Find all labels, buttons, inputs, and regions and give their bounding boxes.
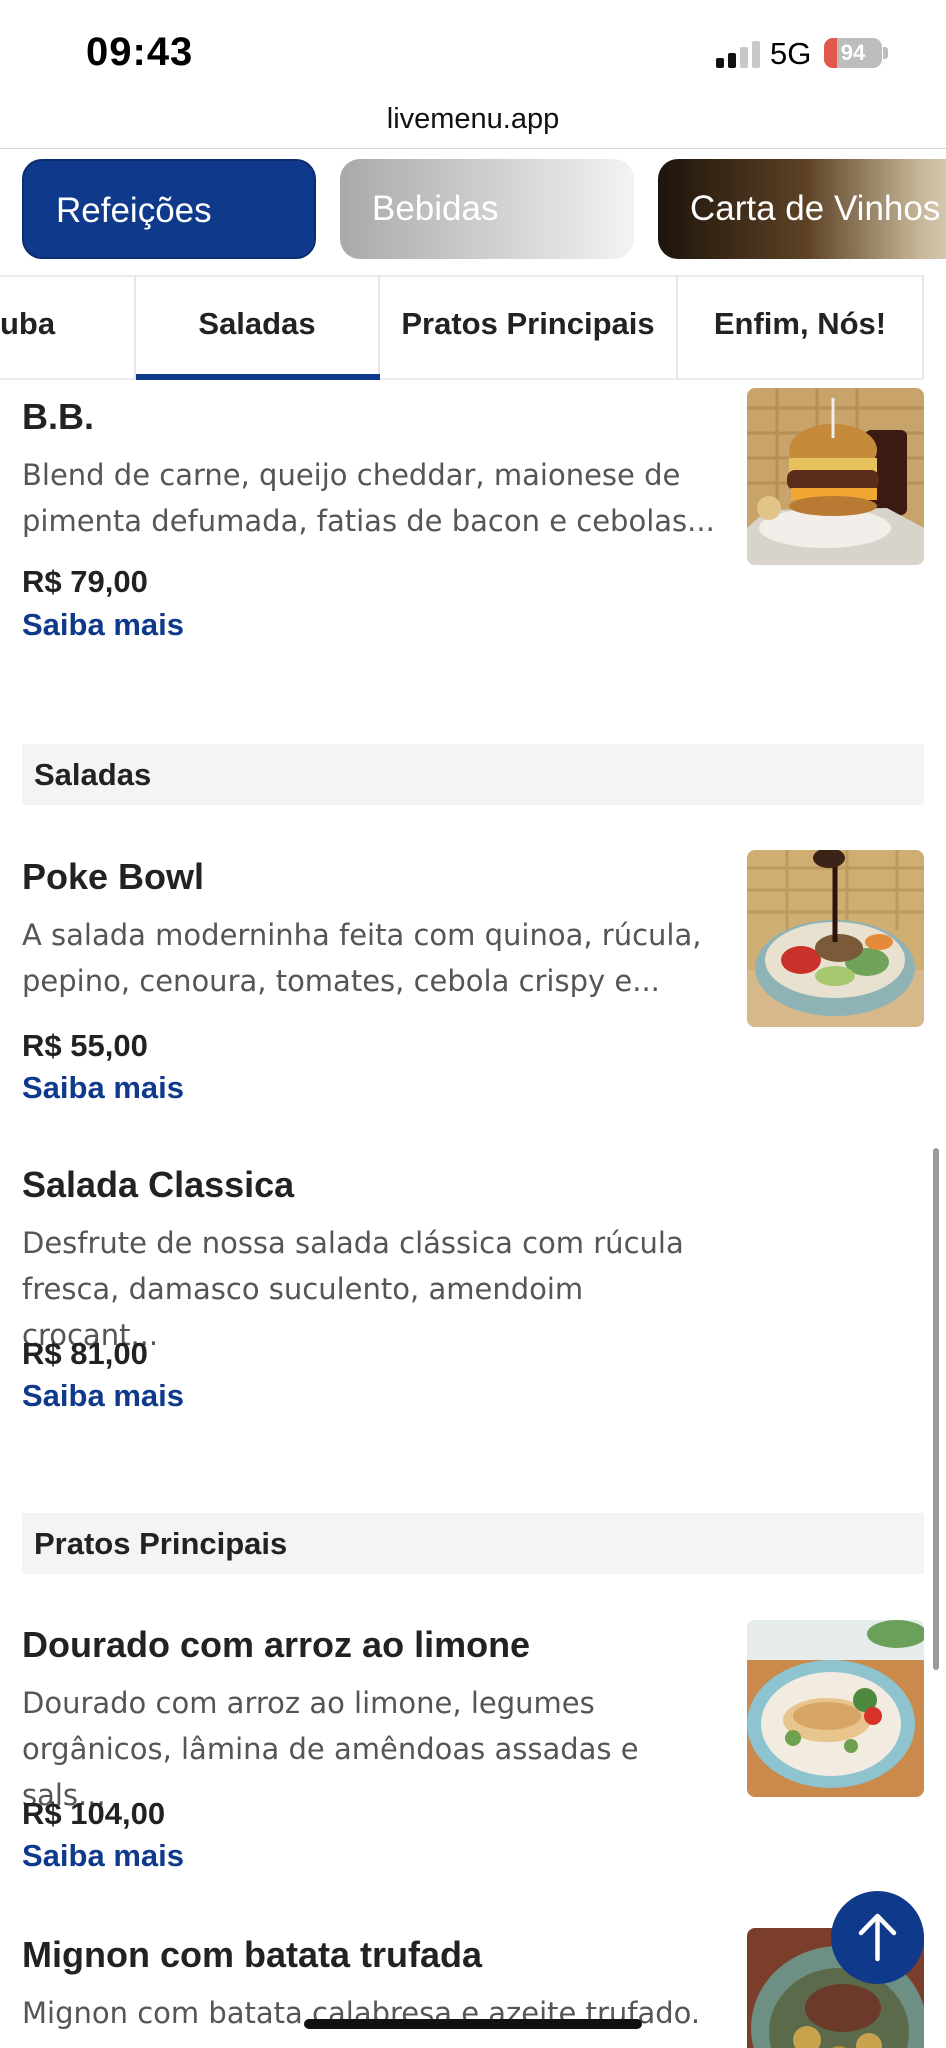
fish-plate-photo[interactable] [747, 1620, 924, 1797]
network-label: 5G [770, 36, 812, 71]
item-description: Blend de carne, queijo cheddar, maionese… [22, 458, 715, 538]
section-header-pratos-principais: Pratos Principais [22, 1513, 924, 1574]
url-bar[interactable]: livemenu.app [0, 95, 946, 149]
menu-item[interactable]: Mignon com batata trufada Mignon com bat… [0, 1928, 946, 2048]
item-description: Mignon com batata calabresa e azeite tru… [22, 1996, 701, 2030]
saiba-mais-link[interactable]: Saiba mais [22, 1070, 184, 1106]
category-row: Refeições Bebidas Carta de Vinhos [0, 158, 946, 262]
saiba-mais-link[interactable]: Saiba mais [22, 1378, 184, 1414]
item-price: R$ 79,00 [22, 564, 148, 599]
back-to-top-button[interactable] [831, 1891, 924, 1984]
arrow-up-icon [858, 1913, 897, 1962]
menu-item[interactable]: Salada Classica Desfrute de nossa salada… [0, 1158, 946, 1418]
item-price: R$ 104,00 [22, 1796, 166, 1831]
status-time: 09:43 [86, 30, 194, 74]
poke-bowl-photo[interactable] [747, 850, 924, 1027]
saiba-mais-link[interactable]: Saiba mais [22, 1838, 184, 1874]
menu-item[interactable]: B.B. Blend de carne, queijo cheddar, mai… [0, 380, 946, 643]
tab-uba[interactable]: uba [0, 275, 136, 380]
section-tabs: uba Saladas Pratos Principais Enfim, Nós… [0, 275, 946, 380]
item-name: B.B. [22, 396, 94, 437]
item-description: A salada moderninha feita com quinoa, rú… [22, 918, 702, 998]
burger-photo[interactable] [747, 388, 924, 565]
home-indicator [304, 2019, 642, 2029]
section-header-saladas: Saladas [22, 744, 924, 805]
item-name: Dourado com arroz ao limone [22, 1624, 531, 1665]
item-name: Salada Classica [22, 1164, 295, 1205]
scrollbar[interactable] [933, 1148, 939, 1670]
menu-item[interactable]: Dourado com arroz ao limone Dourado com … [0, 1618, 946, 1878]
menu-item[interactable]: Poke Bowl A salada moderninha feita com … [0, 848, 946, 1108]
category-refeicoes[interactable]: Refeições [22, 159, 316, 259]
saiba-mais-link[interactable]: Saiba mais [22, 607, 184, 643]
tab-saladas[interactable]: Saladas [136, 275, 380, 380]
battery-charging-icon: 94 [824, 38, 882, 68]
tab-pratos-principais[interactable]: Pratos Principais [380, 275, 678, 380]
item-price: R$ 55,00 [22, 1028, 148, 1063]
item-name: Poke Bowl [22, 856, 205, 897]
item-name: Mignon com batata trufada [22, 1934, 483, 1975]
battery-tip [883, 47, 888, 59]
tab-enfim-nos[interactable]: Enfim, Nós! [678, 275, 924, 380]
category-bebidas[interactable]: Bebidas [340, 159, 634, 259]
battery-level: 94 [840, 40, 866, 65]
signal-bars-icon [716, 40, 762, 68]
item-price: R$ 81,00 [22, 1336, 148, 1371]
status-bar: 09:43 5G 94 [0, 0, 946, 104]
category-carta-de-vinhos[interactable]: Carta de Vinhos [658, 159, 946, 259]
